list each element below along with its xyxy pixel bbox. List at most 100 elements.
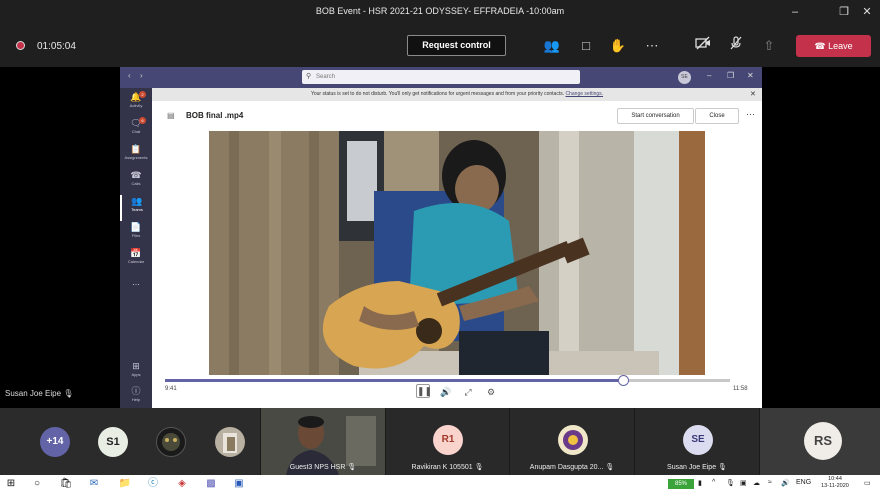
participant-name-text: Ravikiran K 105501 xyxy=(411,464,473,471)
forward-icon[interactable]: › xyxy=(140,71,143,80)
mic-off-icon[interactable] xyxy=(726,36,746,56)
search-icon: ⚲ xyxy=(306,73,312,80)
mic-off-icon: 🎙 xyxy=(718,464,727,471)
help-icon: ⓘ xyxy=(131,386,141,396)
more-icon[interactable]: ⋯ xyxy=(746,109,755,120)
participant-strip: +14 S1 Guest3 NPS HSR 🎙 R1 Ravikiran K 1… xyxy=(0,408,880,475)
rail-item-assignments[interactable]: 📋 Assignments xyxy=(120,143,152,169)
pause-icon[interactable]: ❚❚ xyxy=(416,384,432,398)
rail-item-files[interactable]: 📄 Files xyxy=(120,221,152,247)
participant-name-text: Susan Joe Eipe xyxy=(667,464,717,471)
video-frame[interactable] xyxy=(209,131,705,375)
close-icon[interactable]: ✕ xyxy=(747,71,754,80)
camera-icon[interactable]: ▣ xyxy=(740,479,747,487)
os-taskbar: ⊞ ○ 🛍 ✉ 📁 ⓒ ◈ ▩ ▣ 85% ▮ ^ 🎙 ▣ ☁ ≈ 🔊 ENG … xyxy=(0,475,880,493)
rail-label: Activity xyxy=(129,103,143,108)
raise-hand-icon[interactable]: ✋ xyxy=(608,36,628,56)
avatar[interactable]: SE xyxy=(678,71,691,84)
rail-label: Calls xyxy=(131,181,141,186)
leave-button[interactable]: ☎ Leave xyxy=(796,35,871,57)
rail-label: Teams xyxy=(131,207,143,212)
maximize-icon[interactable]: ❐ xyxy=(727,71,734,80)
volume-icon[interactable]: 🔊 xyxy=(439,387,453,398)
file-explorer-icon[interactable]: 📁 xyxy=(118,477,132,491)
rail-label: Calendar xyxy=(127,259,145,264)
clock-time: 10:44 xyxy=(828,476,842,482)
notification-icon[interactable]: ▭ xyxy=(864,479,871,487)
word-icon[interactable]: ▣ xyxy=(232,477,246,491)
camera-off-icon[interactable] xyxy=(693,36,713,56)
teams-icon[interactable]: ▩ xyxy=(204,477,218,491)
edge-icon[interactable]: ⓒ xyxy=(146,477,160,491)
store-icon[interactable]: 🛍 xyxy=(59,477,73,491)
close-button[interactable]: Close xyxy=(695,108,739,124)
request-control-button[interactable]: Request control xyxy=(407,35,506,56)
close-icon[interactable]: ✕ xyxy=(750,88,756,101)
rail-item-teams[interactable]: 👥 Teams xyxy=(120,195,152,221)
rail-item-more[interactable]: ... xyxy=(120,276,152,302)
teams-icon: 👥 xyxy=(131,196,143,206)
recording-icon xyxy=(16,41,25,50)
rail-item-chat[interactable]: 🗨 Chat 6 xyxy=(120,117,152,143)
search-icon[interactable]: ○ xyxy=(30,477,44,491)
rail-item-activity[interactable]: 🔔 Activity 2 xyxy=(120,91,152,117)
windows-start-icon[interactable]: ⊞ xyxy=(4,477,18,491)
teams-header: ‹ › ⚲ Search SE – ❐ ✕ xyxy=(120,67,762,88)
clock[interactable]: 10:44 13-11-2020 xyxy=(818,476,852,490)
video-tile-r1[interactable]: R1 Ravikiran K 105501 🎙 xyxy=(385,408,509,475)
close-window-icon[interactable]: ✕ xyxy=(852,3,880,21)
language-indicator[interactable]: ENG xyxy=(796,479,811,486)
seek-bar[interactable] xyxy=(165,375,730,386)
window-titlebar: BOB Event - HSR 2021-21 ODYSSEY- EFFRADE… xyxy=(0,0,880,24)
cloud-icon[interactable]: ☁ xyxy=(753,479,760,487)
calendar-icon: 📅 xyxy=(130,248,142,258)
avatar xyxy=(215,427,245,457)
meeting-toolbar: 01:05:04 Request control 👥 □ ✋ ⋯ ⇧ ☎ Lea… xyxy=(0,24,880,67)
share-icon[interactable]: ⇧ xyxy=(759,36,779,56)
minimize-icon[interactable]: – xyxy=(780,3,810,21)
rail-item-apps[interactable]: ⊞ Apps xyxy=(120,360,152,386)
start-conversation-button[interactable]: Start conversation xyxy=(617,108,694,124)
rail-item-calls[interactable]: ☎ Calls xyxy=(120,169,152,195)
current-time: 9:41 xyxy=(165,386,177,392)
rail-label: Chat xyxy=(131,129,141,134)
avatar: R1 xyxy=(433,425,463,455)
more-participants-badge[interactable]: +14 xyxy=(40,427,70,457)
window-title: BOB Event - HSR 2021-21 ODYSSEY- EFFRADE… xyxy=(315,6,565,16)
speaker-name-text: Susan Joe Eipe xyxy=(5,389,62,398)
change-settings-link[interactable]: Change settings. xyxy=(566,91,604,97)
avatar xyxy=(558,425,588,455)
participants-icon[interactable]: 👥 xyxy=(542,36,562,56)
battery-indicator[interactable]: 85% xyxy=(668,479,694,489)
more-icon: ... xyxy=(132,277,140,287)
back-icon[interactable]: ‹ xyxy=(128,71,131,80)
avatar: RS xyxy=(804,422,842,460)
search-input[interactable]: ⚲ Search xyxy=(302,70,580,84)
video-tile-anupam[interactable]: Anupam Dasgupta 20... 🎙 xyxy=(509,408,634,475)
speaker-name: Susan Joe Eipe 🎙 xyxy=(5,389,73,398)
security-icon[interactable]: ◈ xyxy=(175,477,189,491)
rail-item-calendar[interactable]: 📅 Calendar xyxy=(120,247,152,273)
settings-icon[interactable]: ⚙ xyxy=(484,387,498,398)
video-tile-guest[interactable]: Guest3 NPS HSR 🎙 xyxy=(260,408,386,475)
mail-icon[interactable]: ✉ xyxy=(87,477,101,491)
mic-icon[interactable]: 🎙 xyxy=(726,479,735,487)
wifi-icon[interactable]: ≈ xyxy=(768,479,772,486)
video-tile-se[interactable]: SE Susan Joe Eipe 🎙 xyxy=(634,408,759,475)
assignments-icon: 📋 xyxy=(130,144,142,154)
video-tile-rs[interactable]: RS xyxy=(759,408,880,475)
battery-icon[interactable]: ▮ xyxy=(698,479,702,487)
volume-icon[interactable]: 🔊 xyxy=(781,479,790,487)
participant-name: Anupam Dasgupta 20... 🎙 xyxy=(510,463,634,471)
dnd-text: Your status is set to do not disturb. Yo… xyxy=(310,91,565,97)
mic-off-icon: 🎙 xyxy=(63,389,74,398)
chat-icon[interactable]: □ xyxy=(576,36,596,56)
minimize-icon[interactable]: – xyxy=(707,71,711,80)
fullscreen-icon[interactable]: ⤢ xyxy=(461,387,475,398)
chevron-up-icon[interactable]: ^ xyxy=(712,479,715,486)
phone-icon: ☎ xyxy=(130,170,142,180)
seek-handle[interactable] xyxy=(617,375,629,386)
avatar: S1 xyxy=(98,427,128,457)
notification-badge: 2 xyxy=(139,91,146,98)
more-icon[interactable]: ⋯ xyxy=(642,36,662,56)
